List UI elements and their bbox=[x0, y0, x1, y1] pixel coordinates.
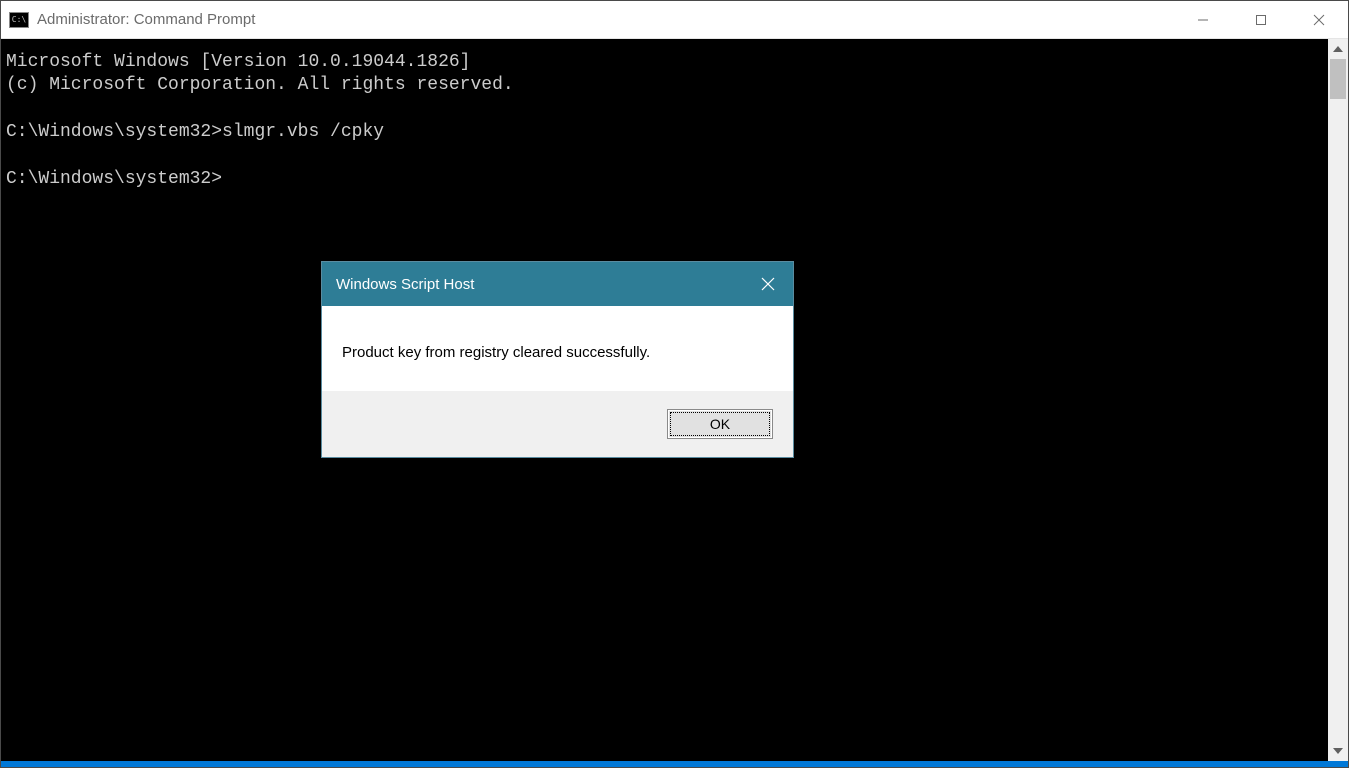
minimize-icon bbox=[1197, 14, 1209, 26]
cmd-icon-label: C:\ bbox=[12, 16, 26, 24]
cmd-icon: C:\ bbox=[9, 12, 29, 28]
scrollbar-track[interactable] bbox=[1328, 59, 1348, 741]
dialog-title: Windows Script Host bbox=[336, 276, 743, 293]
scroll-down-button[interactable] bbox=[1328, 741, 1348, 761]
console-line: C:\Windows\system32>slmgr.vbs /cpky bbox=[6, 122, 384, 142]
close-icon bbox=[761, 277, 775, 291]
dialog-body: Product key from registry cleared succes… bbox=[322, 306, 793, 391]
vertical-scrollbar[interactable] bbox=[1328, 39, 1348, 761]
script-host-dialog: Windows Script Host Product key from reg… bbox=[321, 261, 794, 458]
console-line: (c) Microsoft Corporation. All rights re… bbox=[6, 75, 514, 95]
chevron-down-icon bbox=[1333, 748, 1343, 754]
dialog-footer: OK bbox=[322, 391, 793, 457]
titlebar[interactable]: C:\ Administrator: Command Prompt bbox=[1, 1, 1348, 39]
scrollbar-thumb[interactable] bbox=[1330, 59, 1346, 99]
dialog-titlebar[interactable]: Windows Script Host bbox=[322, 262, 793, 306]
scroll-up-button[interactable] bbox=[1328, 39, 1348, 59]
maximize-icon bbox=[1255, 14, 1267, 26]
console-line: C:\Windows\system32> bbox=[6, 169, 222, 189]
ok-button[interactable]: OK bbox=[667, 409, 773, 439]
minimize-button[interactable] bbox=[1174, 1, 1232, 38]
dialog-close-button[interactable] bbox=[743, 262, 793, 306]
close-button[interactable] bbox=[1290, 1, 1348, 38]
dialog-message: Product key from registry cleared succes… bbox=[342, 344, 773, 361]
close-icon bbox=[1313, 14, 1325, 26]
taskbar-edge bbox=[1, 761, 1348, 767]
window-controls bbox=[1174, 1, 1348, 38]
window-title: Administrator: Command Prompt bbox=[37, 11, 1174, 28]
console-line: Microsoft Windows [Version 10.0.19044.18… bbox=[6, 52, 470, 72]
chevron-up-icon bbox=[1333, 46, 1343, 52]
maximize-button[interactable] bbox=[1232, 1, 1290, 38]
ok-button-label: OK bbox=[710, 416, 730, 432]
